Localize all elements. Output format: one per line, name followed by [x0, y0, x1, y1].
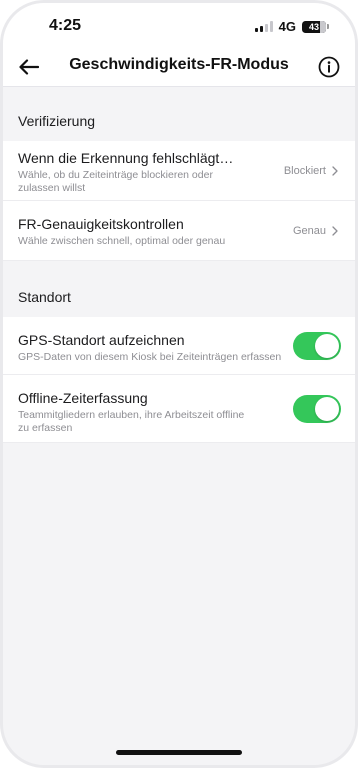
- row-detection-failure[interactable]: Wenn die Erkennung fehlschlägt… Wähle, o…: [3, 141, 355, 201]
- offline-toggle[interactable]: [293, 394, 341, 423]
- nav-header: Geschwindigkeits-FR-Modus: [3, 47, 355, 87]
- row-subtitle: GPS-Daten von diesem Kiosk bei Zeiteintr…: [18, 351, 282, 363]
- status-bar: 4:25 4G 43: [3, 3, 355, 47]
- section-header-verifizierung: Verifizierung: [18, 113, 96, 129]
- row-title: Offline-Zeiterfassung: [18, 390, 148, 406]
- network-label: 4G: [278, 19, 296, 34]
- row-value: Genau: [293, 225, 339, 237]
- info-icon: [318, 56, 340, 78]
- chevron-right-icon: [332, 165, 338, 176]
- value-label: Genau: [292, 224, 326, 237]
- row-subtitle: Wähle, ob du Zeiteinträge blockieren ode…: [18, 169, 213, 194]
- page-title: Geschwindigkeits-FR-Modus: [69, 56, 289, 73]
- row-value: Blockiert: [284, 165, 339, 177]
- home-indicator[interactable]: [116, 750, 242, 755]
- row-title: FR-Genauigkeitskontrollen: [18, 216, 184, 232]
- value-label: Blockiert: [283, 164, 326, 177]
- settings-content: Verifizierung Wenn die Erkennung fehlsch…: [3, 88, 355, 443]
- status-time: 4:25: [49, 17, 82, 34]
- battery-level: 43: [308, 21, 319, 32]
- section-header-standort: Standort: [18, 289, 71, 305]
- chevron-right-icon: [332, 225, 338, 236]
- battery-icon: 43: [302, 20, 329, 33]
- gps-toggle[interactable]: [293, 331, 341, 360]
- status-indicators: 4G 43: [254, 19, 329, 34]
- toggle-knob: [315, 396, 339, 421]
- toggle-knob: [315, 333, 339, 358]
- row-fr-accuracy[interactable]: FR-Genauigkeitskontrollen Wähle zwischen…: [3, 201, 355, 261]
- row-subtitle: Teammitgliedern erlauben, ihre Arbeitsze…: [18, 409, 245, 434]
- phone-frame: 4:25 4G 43 Geschwindigkeits-FR-Modus Ver…: [0, 0, 358, 768]
- row-offline-tracking: Offline-Zeiterfassung Teammitgliedern er…: [3, 375, 355, 443]
- info-button[interactable]: [315, 53, 343, 81]
- row-title: GPS-Standort aufzeichnen: [18, 332, 185, 348]
- signal-icon: [254, 21, 273, 32]
- row-subtitle: Wähle zwischen schnell, optimal oder gen…: [18, 235, 226, 247]
- row-gps-location: GPS-Standort aufzeichnen GPS-Daten von d…: [3, 317, 355, 375]
